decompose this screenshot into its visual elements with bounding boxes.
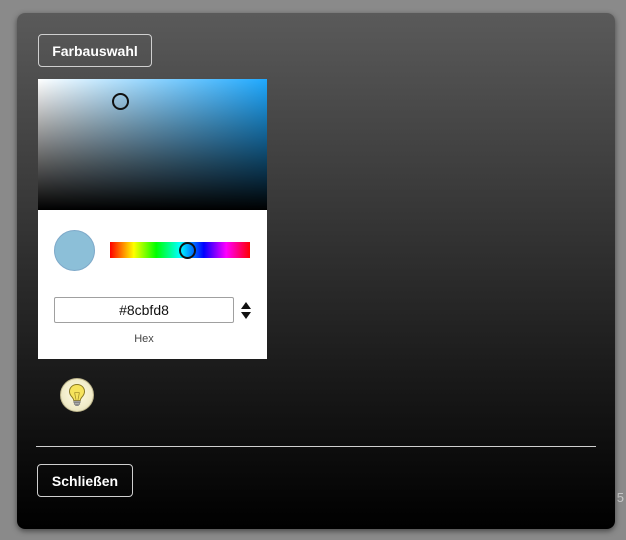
saturation-value-area[interactable]: [38, 79, 267, 210]
color-preview-swatch: [54, 230, 95, 271]
arrow-down-icon: [241, 312, 251, 319]
close-button[interactable]: Schließen: [37, 464, 133, 497]
color-picker-dialog: Farbauswahl Hex Schließen: [17, 13, 615, 529]
color-picker-panel: Hex: [38, 79, 267, 359]
lightbulb-icon: [68, 383, 86, 406]
backdrop-edge-text: 5: [616, 490, 624, 505]
farbauswahl-button[interactable]: Farbauswahl: [38, 34, 152, 67]
dialog-divider: [36, 446, 596, 447]
hue-slider-handle[interactable]: [179, 242, 196, 259]
saturation-value-handle[interactable]: [112, 93, 129, 110]
lightbulb-button[interactable]: [60, 378, 94, 412]
up-down-arrows-icon[interactable]: [241, 300, 251, 320]
color-format-label: Hex: [134, 333, 154, 345]
arrow-up-icon: [241, 302, 251, 309]
hex-color-input[interactable]: [54, 297, 234, 323]
hue-slider[interactable]: [110, 242, 250, 259]
